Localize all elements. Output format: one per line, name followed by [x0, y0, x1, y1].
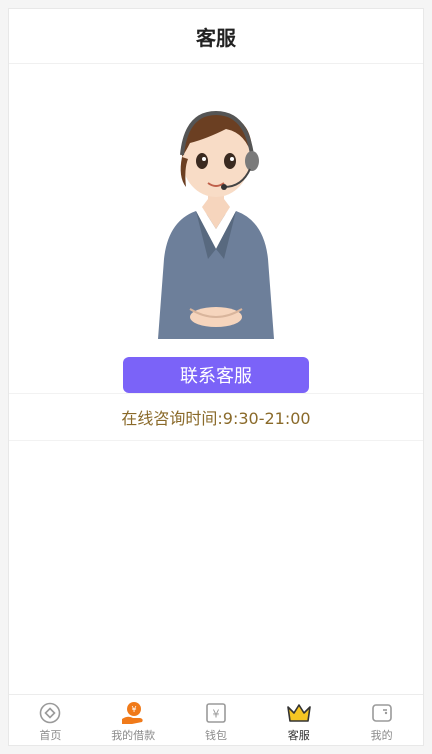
tab-profile[interactable]: 我的 — [340, 695, 423, 745]
tab-customer-service[interactable]: 客服 — [257, 695, 340, 745]
customer-service-illustration — [9, 99, 423, 339]
crown-icon — [286, 701, 312, 725]
tab-profile-label: 我的 — [370, 729, 393, 742]
page-title: 客服 — [196, 25, 236, 50]
tab-my-loans-label: 我的借款 — [111, 729, 156, 742]
tab-my-loans[interactable]: ¥ 我的借款 — [92, 695, 175, 745]
tab-wallet-label: 钱包 — [204, 729, 227, 742]
service-hours: 在线咨询时间:9:30-21:00 — [9, 393, 423, 441]
tab-home[interactable]: 首页 — [9, 695, 92, 745]
contact-service-button[interactable]: 联系客服 — [123, 357, 309, 393]
agent-illustration — [158, 110, 274, 339]
tab-customer-service-label: 客服 — [287, 729, 310, 742]
profile-icon — [369, 701, 395, 725]
svg-text:¥: ¥ — [132, 705, 137, 714]
tab-home-label: 首页 — [39, 729, 62, 742]
home-icon — [37, 701, 63, 725]
svg-text:¥: ¥ — [212, 708, 219, 721]
bottom-tabbar: 首页 ¥ 我的借款 ¥ 钱包 客服 我的 — [9, 694, 423, 745]
app-frame: 客服 联系客服 在线咨询时间:9:30-21:00 首页 ¥ 我的借款 ¥ 钱包… — [8, 8, 424, 746]
tab-wallet[interactable]: ¥ 钱包 — [175, 695, 258, 745]
wallet-icon: ¥ — [203, 701, 229, 725]
loan-icon: ¥ — [120, 701, 146, 725]
service-hours-text: 在线咨询时间:9:30-21:00 — [121, 409, 311, 428]
top-header: 客服 — [9, 9, 423, 64]
